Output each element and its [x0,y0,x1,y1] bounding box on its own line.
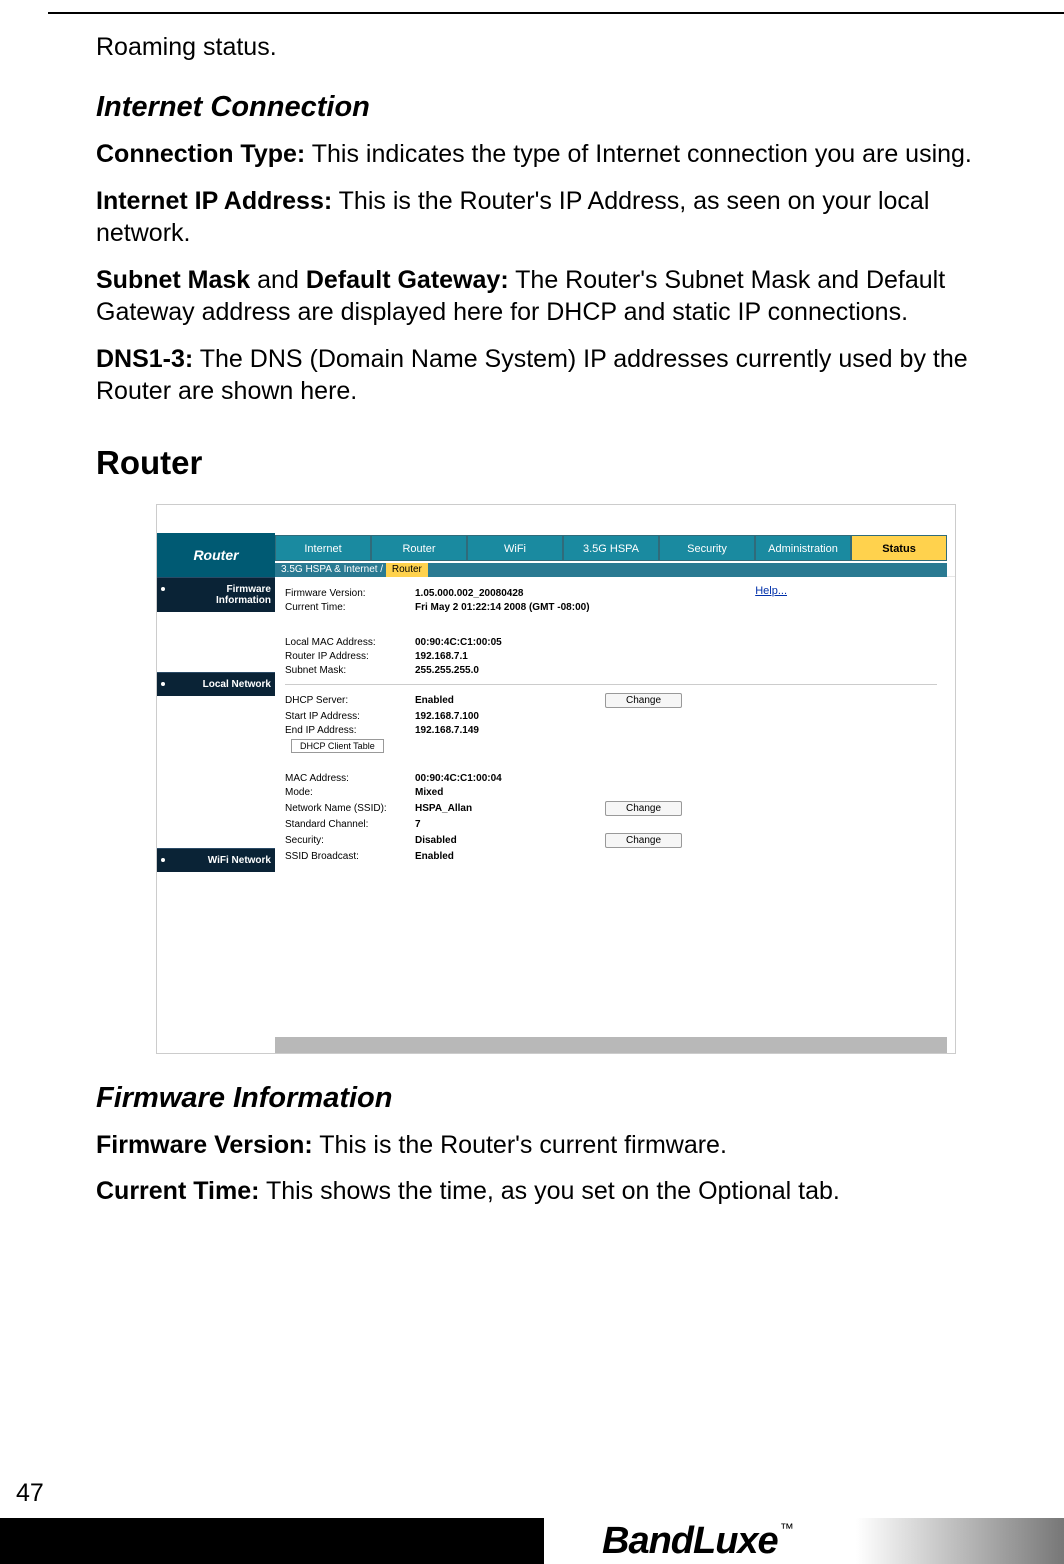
value: 1.05.000.002_20080428 [415,588,605,599]
dhcp-client-table-button[interactable]: DHCP Client Table [291,739,384,753]
label: MAC Address: [285,773,415,784]
internet-connection-heading: Internet Connection [96,91,1016,124]
tab-35g-hspa[interactable]: 3.5G HSPA [563,535,659,561]
sidebar-item-firmware[interactable]: Firmware Information [157,577,275,612]
label: Security: [285,835,415,846]
top-bar: Router Internet Router WiFi 3.5G HSPA Se… [157,505,955,577]
tab-router[interactable]: Router [371,535,467,561]
label: Current Time: [285,602,415,613]
label: Network Name (SSID): [285,803,415,814]
router-heading: Router [96,444,1016,482]
row-local-mac: Local MAC Address: 00:90:4C:C1:00:05 [285,637,937,648]
bottom-bar [275,1037,947,1053]
para-text: This indicates the type of Internet conn… [305,140,972,168]
row-end-ip: End IP Address: 192.168.7.149 [285,725,937,736]
bold-label: Default Gateway: [306,266,509,294]
value: Mixed [415,787,605,798]
change-button[interactable]: Change [605,801,682,816]
row-subnet-mask: Subnet Mask: 255.255.255.0 [285,665,937,676]
brand-logo: BandLuxe™ [602,1520,793,1563]
value: Enabled [415,695,605,706]
bold-label: Current Time: [96,1177,259,1205]
row-dhcp-client-table: DHCP Client Table [285,739,937,753]
trademark-icon: ™ [780,1520,793,1536]
footer-gradient: BandLuxe™ [544,1518,1064,1564]
bold-label: DNS1-3: [96,345,193,373]
tab-status[interactable]: Status [851,535,947,561]
breadcrumb: 3.5G HSPA & Internet / Router [275,563,947,577]
label: Local MAC Address: [285,637,415,648]
para-current-time: Current Time: This shows the time, as yo… [96,1175,1016,1208]
row-security: Security: Disabled Change [285,833,937,848]
router-screenshot: Router Internet Router WiFi 3.5G HSPA Se… [156,504,956,1054]
para-internet-ip: Internet IP Address: This is the Router'… [96,185,1016,250]
firmware-information-heading: Firmware Information [96,1082,1016,1115]
divider [285,684,937,685]
label: Router IP Address: [285,651,415,662]
value: 255.255.255.0 [415,665,605,676]
label: DHCP Server: [285,695,415,706]
value: Enabled [415,851,605,862]
value: 7 [415,819,605,830]
value: 192.168.7.1 [415,651,605,662]
bold-label: Connection Type: [96,140,305,168]
label: Firmware Version: [285,588,415,599]
para-mid: and [250,266,306,294]
main-panel: Help... Firmware Version: 1.05.000.002_2… [275,577,947,1045]
row-ssid-broadcast: SSID Broadcast: Enabled [285,851,937,862]
row-current-time: Current Time: Fri May 2 01:22:14 2008 (G… [285,602,937,613]
label: Start IP Address: [285,711,415,722]
label: End IP Address: [285,725,415,736]
value: 00:90:4C:C1:00:04 [415,773,605,784]
breadcrumb-prefix: 3.5G HSPA & Internet / [281,564,383,575]
para-firmware-version: Firmware Version: This is the Router's c… [96,1129,1016,1162]
bold-label: Subnet Mask [96,266,250,294]
value: 00:90:4C:C1:00:05 [415,637,605,648]
sidebar-item-wifi-network[interactable]: WiFi Network [157,848,275,872]
bold-label: Internet IP Address: [96,187,332,215]
sidebar-item-local-network[interactable]: Local Network [157,672,275,696]
row-mac-address: MAC Address: 00:90:4C:C1:00:04 [285,773,937,784]
help-link[interactable]: Help... [755,585,787,597]
para-dns: DNS1-3: The DNS (Domain Name System) IP … [96,343,1016,408]
change-button[interactable]: Change [605,693,682,708]
tab-security[interactable]: Security [659,535,755,561]
roaming-status-text: Roaming status. [96,32,1016,63]
page-footer: 47 BandLuxe™ [0,1488,1064,1564]
value: 192.168.7.149 [415,725,605,736]
tab-internet[interactable]: Internet [275,535,371,561]
row-router-ip: Router IP Address: 192.168.7.1 [285,651,937,662]
tab-wifi[interactable]: WiFi [467,535,563,561]
para-text: This shows the time, as you set on the O… [259,1177,839,1205]
label: SSID Broadcast: [285,851,415,862]
para-subnet-gateway: Subnet Mask and Default Gateway: The Rou… [96,264,1016,329]
row-channel: Standard Channel: 7 [285,819,937,830]
para-text: The DNS (Domain Name System) IP addresse… [96,345,968,406]
footer-black-block [0,1518,544,1564]
change-button[interactable]: Change [605,833,682,848]
row-ssid: Network Name (SSID): HSPA_Allan Change [285,801,937,816]
label: Subnet Mask: [285,665,415,676]
para-text: This is the Router's current firmware. [313,1131,727,1159]
breadcrumb-current: Router [386,563,428,577]
value: HSPA_Allan [415,803,605,814]
label: Mode: [285,787,415,798]
value: Fri May 2 01:22:14 2008 (GMT -08:00) [415,602,605,613]
app-title: Router [157,533,275,577]
top-tabs: Internet Router WiFi 3.5G HSPA Security … [275,535,947,561]
page-number: 47 [16,1479,44,1508]
row-mode: Mode: Mixed [285,787,937,798]
label: Standard Channel: [285,819,415,830]
value: Disabled [415,835,605,846]
sidebar: Firmware Information Local Network WiFi … [157,577,275,1045]
bold-label: Firmware Version: [96,1131,313,1159]
row-dhcp-server: DHCP Server: Enabled Change [285,693,937,708]
row-start-ip: Start IP Address: 192.168.7.100 [285,711,937,722]
row-firmware-version: Firmware Version: 1.05.000.002_20080428 [285,588,937,599]
tab-administration[interactable]: Administration [755,535,851,561]
value: 192.168.7.100 [415,711,605,722]
para-connection-type: Connection Type: This indicates the type… [96,138,1016,171]
brand-text: BandLuxe [602,1520,778,1562]
